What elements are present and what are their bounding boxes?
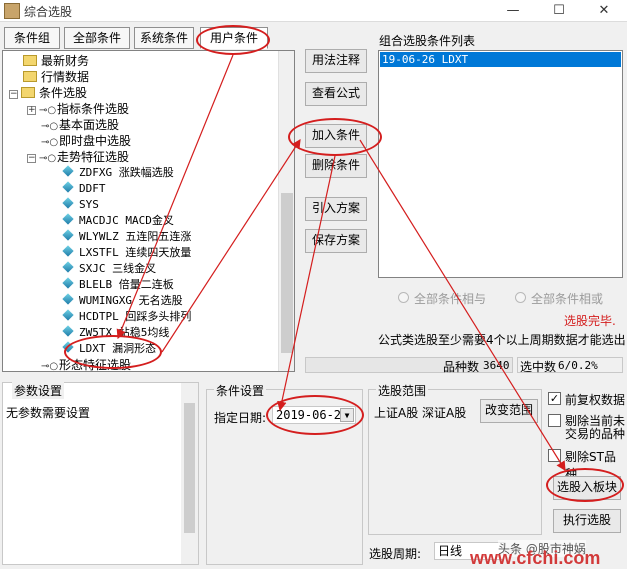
annotation-arrows [116, 54, 566, 472]
arrow-ldxt-to-add [161, 138, 301, 353]
arrow-add-to-date [277, 155, 336, 412]
arrow-tab-to-ldxt [116, 54, 234, 340]
arrow-add-to-block [359, 139, 566, 472]
